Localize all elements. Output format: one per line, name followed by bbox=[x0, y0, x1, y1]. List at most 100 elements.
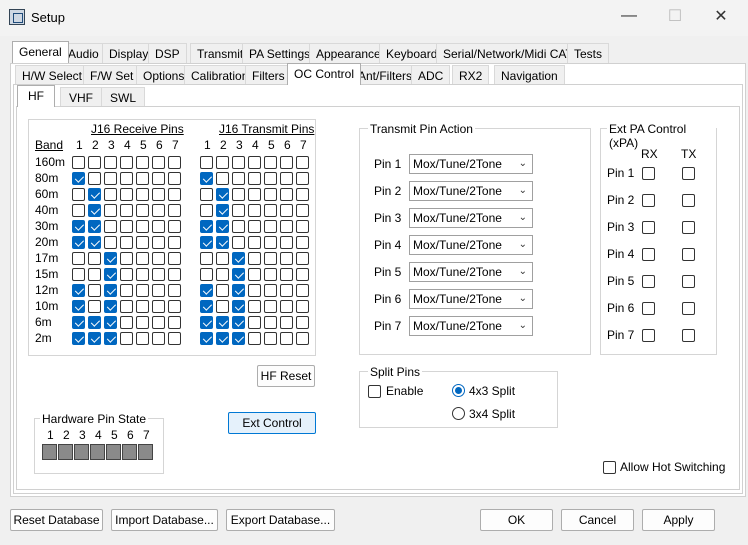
tx-pin-checkbox[interactable] bbox=[232, 156, 245, 169]
xpa-tx-checkbox[interactable] bbox=[682, 194, 695, 207]
tx-pin-checkbox[interactable] bbox=[296, 220, 309, 233]
tx-pin-checkbox[interactable] bbox=[296, 332, 309, 345]
rx-pin-checkbox[interactable] bbox=[120, 284, 133, 297]
rx-pin-checkbox[interactable] bbox=[72, 204, 85, 217]
export-database-button[interactable]: Export Database... bbox=[226, 509, 335, 531]
tx-pin-checkbox[interactable] bbox=[248, 252, 261, 265]
rx-pin-checkbox[interactable] bbox=[152, 284, 165, 297]
tx-pin-checkbox[interactable] bbox=[200, 300, 213, 313]
xpa-rx-checkbox[interactable] bbox=[642, 194, 655, 207]
rx-pin-checkbox[interactable] bbox=[72, 236, 85, 249]
rx-pin-checkbox[interactable] bbox=[168, 204, 181, 217]
rx-pin-checkbox[interactable] bbox=[104, 284, 117, 297]
tx-pin-checkbox[interactable] bbox=[264, 188, 277, 201]
tx-pin-checkbox[interactable] bbox=[232, 204, 245, 217]
tab-swl[interactable]: SWL bbox=[101, 87, 146, 107]
tx-pin-checkbox[interactable] bbox=[200, 220, 213, 233]
tx-pin-checkbox[interactable] bbox=[296, 268, 309, 281]
xpa-tx-checkbox[interactable] bbox=[682, 221, 695, 234]
tx-pin-checkbox[interactable] bbox=[216, 204, 229, 217]
tx-pin-checkbox[interactable] bbox=[232, 284, 245, 297]
rx-pin-checkbox[interactable] bbox=[168, 188, 181, 201]
rx-pin-checkbox[interactable] bbox=[88, 300, 101, 313]
rx-pin-checkbox[interactable] bbox=[152, 220, 165, 233]
rx-pin-checkbox[interactable] bbox=[88, 284, 101, 297]
reset-database-button[interactable]: Reset Database bbox=[10, 509, 103, 531]
xpa-rx-checkbox[interactable] bbox=[642, 329, 655, 342]
tx-pin-checkbox[interactable] bbox=[264, 332, 277, 345]
tx-pin-checkbox[interactable] bbox=[232, 300, 245, 313]
tpa-pin-select[interactable]: Mox/Tune/2Tone ⌄ bbox=[409, 316, 533, 336]
tx-pin-checkbox[interactable] bbox=[296, 236, 309, 249]
rx-pin-checkbox[interactable] bbox=[72, 172, 85, 185]
tab-dsp[interactable]: DSP bbox=[148, 43, 187, 63]
rx-pin-checkbox[interactable] bbox=[120, 204, 133, 217]
tx-pin-checkbox[interactable] bbox=[216, 172, 229, 185]
tab-ant-filters[interactable]: Ant/Filters bbox=[351, 65, 420, 85]
rx-pin-checkbox[interactable] bbox=[152, 236, 165, 249]
tab-hw-select[interactable]: H/W Select bbox=[15, 65, 90, 85]
tx-pin-checkbox[interactable] bbox=[216, 252, 229, 265]
xpa-rx-checkbox[interactable] bbox=[642, 167, 655, 180]
rx-pin-checkbox[interactable] bbox=[104, 156, 117, 169]
tx-pin-checkbox[interactable] bbox=[296, 188, 309, 201]
xpa-tx-checkbox[interactable] bbox=[682, 329, 695, 342]
rx-pin-checkbox[interactable] bbox=[136, 220, 149, 233]
tx-pin-checkbox[interactable] bbox=[280, 252, 293, 265]
rx-pin-checkbox[interactable] bbox=[104, 188, 117, 201]
xpa-rx-checkbox[interactable] bbox=[642, 302, 655, 315]
rx-pin-checkbox[interactable] bbox=[136, 236, 149, 249]
rx-pin-checkbox[interactable] bbox=[88, 156, 101, 169]
rx-pin-checkbox[interactable] bbox=[88, 332, 101, 345]
rx-pin-checkbox[interactable] bbox=[120, 156, 133, 169]
tx-pin-checkbox[interactable] bbox=[280, 204, 293, 217]
xpa-tx-checkbox[interactable] bbox=[682, 167, 695, 180]
tx-pin-checkbox[interactable] bbox=[248, 268, 261, 281]
rx-pin-checkbox[interactable] bbox=[152, 316, 165, 329]
tab-serial-network-midi-cat[interactable]: Serial/Network/Midi CAT bbox=[436, 43, 580, 63]
rx-pin-checkbox[interactable] bbox=[104, 252, 117, 265]
rx-pin-checkbox[interactable] bbox=[136, 332, 149, 345]
tx-pin-checkbox[interactable] bbox=[216, 220, 229, 233]
rx-pin-checkbox[interactable] bbox=[72, 332, 85, 345]
tx-pin-checkbox[interactable] bbox=[280, 188, 293, 201]
xpa-tx-checkbox[interactable] bbox=[682, 302, 695, 315]
tx-pin-checkbox[interactable] bbox=[264, 204, 277, 217]
tx-pin-checkbox[interactable] bbox=[216, 300, 229, 313]
tx-pin-checkbox[interactable] bbox=[264, 236, 277, 249]
tx-pin-checkbox[interactable] bbox=[264, 172, 277, 185]
rx-pin-checkbox[interactable] bbox=[152, 268, 165, 281]
tpa-pin-select[interactable]: Mox/Tune/2Tone ⌄ bbox=[409, 262, 533, 282]
tx-pin-checkbox[interactable] bbox=[264, 316, 277, 329]
tab-general[interactable]: General bbox=[12, 41, 69, 63]
tx-pin-checkbox[interactable] bbox=[216, 268, 229, 281]
rx-pin-checkbox[interactable] bbox=[168, 316, 181, 329]
tpa-pin-select[interactable]: Mox/Tune/2Tone ⌄ bbox=[409, 235, 533, 255]
xpa-tx-checkbox[interactable] bbox=[682, 275, 695, 288]
tx-pin-checkbox[interactable] bbox=[200, 316, 213, 329]
allow-hot-switching-checkbox[interactable] bbox=[603, 461, 616, 474]
rx-pin-checkbox[interactable] bbox=[104, 332, 117, 345]
rx-pin-checkbox[interactable] bbox=[152, 332, 165, 345]
rx-pin-checkbox[interactable] bbox=[152, 156, 165, 169]
rx-pin-checkbox[interactable] bbox=[120, 236, 133, 249]
tx-pin-checkbox[interactable] bbox=[200, 332, 213, 345]
xpa-tx-checkbox[interactable] bbox=[682, 248, 695, 261]
rx-pin-checkbox[interactable] bbox=[104, 220, 117, 233]
ext-control-button[interactable]: Ext Control bbox=[228, 412, 316, 434]
tpa-pin-select[interactable]: Mox/Tune/2Tone ⌄ bbox=[409, 154, 533, 174]
tx-pin-checkbox[interactable] bbox=[264, 268, 277, 281]
rx-pin-checkbox[interactable] bbox=[120, 332, 133, 345]
tx-pin-checkbox[interactable] bbox=[232, 332, 245, 345]
rx-pin-checkbox[interactable] bbox=[152, 204, 165, 217]
tx-pin-checkbox[interactable] bbox=[216, 156, 229, 169]
rx-pin-checkbox[interactable] bbox=[72, 188, 85, 201]
rx-pin-checkbox[interactable] bbox=[120, 172, 133, 185]
rx-pin-checkbox[interactable] bbox=[88, 172, 101, 185]
xpa-rx-checkbox[interactable] bbox=[642, 221, 655, 234]
rx-pin-checkbox[interactable] bbox=[104, 204, 117, 217]
tx-pin-checkbox[interactable] bbox=[296, 284, 309, 297]
tx-pin-checkbox[interactable] bbox=[264, 300, 277, 313]
rx-pin-checkbox[interactable] bbox=[88, 188, 101, 201]
tx-pin-checkbox[interactable] bbox=[296, 156, 309, 169]
